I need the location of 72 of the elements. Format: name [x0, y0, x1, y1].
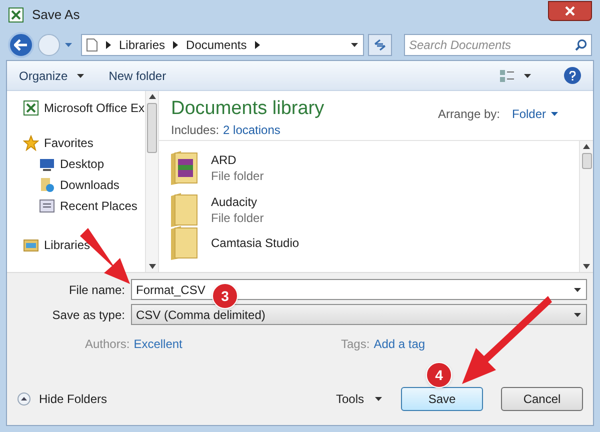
caret-icon — [573, 310, 582, 318]
library-title: Documents library — [171, 97, 324, 121]
file-name[interactable]: ARD — [211, 152, 264, 168]
spreadsheet-icon — [8, 7, 24, 23]
refresh-arrows-icon — [373, 39, 387, 51]
spreadsheet-icon — [23, 100, 39, 116]
back-arrow-icon — [14, 39, 28, 51]
refresh-button[interactable] — [368, 34, 392, 56]
breadcrumb[interactable]: Documents — [186, 36, 247, 54]
arrange-label: Arrange by: — [438, 106, 500, 123]
chevron-icon — [254, 41, 260, 49]
sidebar-item[interactable]: Desktop — [60, 154, 104, 172]
collapse-icon — [17, 392, 31, 406]
recent-pages-caret-icon — [64, 41, 73, 49]
sidebar-item[interactable]: Microsoft Office Ex — [44, 98, 144, 116]
address-bar[interactable]: Libraries Documents — [81, 34, 364, 56]
folder-icon — [23, 236, 39, 252]
view-icon — [499, 68, 515, 82]
tags-link[interactable]: Add a tag — [374, 335, 426, 353]
file-type: File folder — [211, 210, 264, 226]
sidebar-item[interactable]: Libraries — [44, 236, 90, 254]
authors-link[interactable]: Excellent — [134, 335, 182, 353]
organize-menu[interactable]: Organize — [19, 66, 85, 84]
sidebar-scrollbar[interactable] — [145, 91, 159, 272]
new-folder-button[interactable]: New folder — [108, 66, 166, 84]
cancel-button[interactable]: Cancel — [501, 387, 583, 411]
scroll-up-icon — [583, 144, 590, 149]
tools-menu[interactable]: Tools — [336, 390, 383, 408]
authors-label: Authors: — [85, 336, 130, 353]
help-button[interactable] — [564, 67, 581, 84]
arrange-dropdown[interactable]: Folder — [512, 105, 559, 123]
search-icon — [575, 39, 587, 51]
back-button[interactable] — [8, 32, 34, 58]
downloads-folder-icon — [39, 176, 55, 192]
breadcrumb[interactable]: Libraries — [119, 36, 166, 54]
file-type: File folder — [211, 168, 264, 184]
folder-icon — [169, 225, 199, 261]
field-label: File name: — [68, 282, 125, 298]
caret-icon — [550, 110, 559, 118]
scroll-up-icon — [148, 94, 156, 99]
sidebar-item[interactable]: Downloads — [60, 176, 120, 194]
chevron-icon — [106, 41, 111, 49]
field-label: Save as type: — [51, 306, 125, 324]
close-icon — [565, 6, 575, 16]
tags-label: Tags: — [341, 336, 370, 353]
caret-icon — [374, 395, 383, 403]
list-window-icon — [39, 198, 55, 214]
locations-link[interactable]: 2 locations — [223, 121, 280, 139]
star-icon — [23, 134, 39, 150]
file-list-scrollbar[interactable] — [579, 141, 593, 272]
dropdown-caret-icon — [350, 41, 359, 49]
chevron-icon — [173, 41, 178, 49]
archive-folder-icon — [169, 150, 199, 186]
file-name[interactable]: Camtasia Studio — [211, 235, 300, 251]
file-name[interactable]: Audacity — [211, 194, 264, 210]
scroll-down-icon — [148, 264, 156, 269]
window-title: Save As — [32, 6, 80, 24]
sidebar-item[interactable]: Favorites — [44, 134, 94, 152]
caret-icon — [76, 72, 85, 80]
caret-icon — [523, 72, 532, 80]
folder-icon — [169, 192, 199, 228]
hide-folders-button[interactable]: Hide Folders — [17, 390, 108, 408]
document-icon — [86, 38, 98, 52]
includes-label: Includes: — [171, 122, 220, 139]
sidebar-item[interactable]: Recent Places — [60, 196, 138, 214]
caret-icon — [573, 286, 582, 294]
question-mark-icon — [569, 70, 576, 80]
file-type-dropdown[interactable]: CSV (Comma delimited) — [131, 304, 587, 325]
close-button[interactable] — [548, 1, 592, 21]
scroll-down-icon — [583, 264, 590, 269]
view-options-button[interactable] — [499, 68, 532, 82]
save-button[interactable]: Save — [401, 387, 483, 411]
